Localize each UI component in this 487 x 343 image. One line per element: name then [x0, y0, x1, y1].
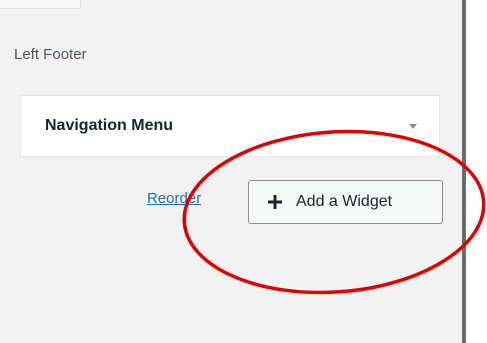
widget-area-title: Left Footer [14, 46, 87, 63]
chevron-down-icon[interactable] [409, 124, 417, 129]
plus-icon [266, 193, 284, 211]
add-widget-button[interactable]: Add a Widget [248, 180, 443, 224]
panel-right-border [462, 0, 466, 343]
reorder-link[interactable]: Reorder [147, 190, 201, 207]
panel-top-tab [0, 0, 81, 9]
widget-title: Navigation Menu [45, 117, 174, 134]
widgets-page: Left Footer Navigation Menu Reorder Add … [0, 0, 487, 343]
add-widget-label: Add a Widget [296, 193, 393, 210]
widget-item-navigation-menu[interactable]: Navigation Menu [20, 95, 440, 157]
widget-area-panel: Left Footer Navigation Menu Reorder Add … [0, 0, 462, 343]
